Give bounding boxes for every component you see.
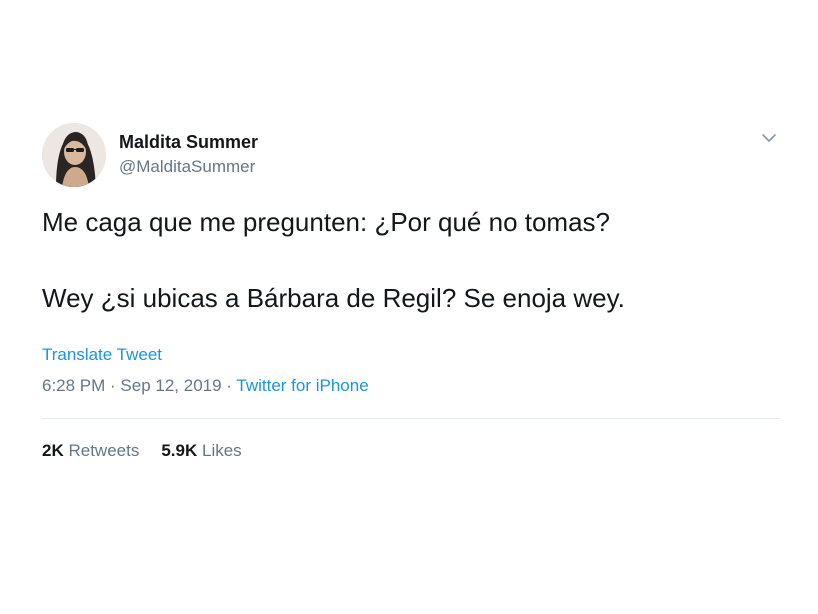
tweet-date[interactable]: Sep 12, 2019 <box>120 376 221 395</box>
likes-count: 5.9K <box>161 441 198 460</box>
avatar[interactable] <box>42 123 106 187</box>
likes-stat[interactable]: 5.9K Likes <box>161 441 241 461</box>
separator: · <box>221 376 237 395</box>
tweet-stats: 2K Retweets 5.9K Likes <box>42 441 264 461</box>
user-handle[interactable]: @MalditaSummer <box>119 157 255 177</box>
tweet-meta: 6:28 PM · Sep 12, 2019 · Twitter for iPh… <box>42 376 369 396</box>
translate-tweet-link[interactable]: Translate Tweet <box>42 345 162 365</box>
retweets-label: Retweets <box>68 441 140 460</box>
tweet-text: Me caga que me pregunten: ¿Por qué no to… <box>42 205 782 315</box>
tweet-source-link[interactable]: Twitter for iPhone <box>236 376 368 395</box>
likes-label: Likes <box>202 441 242 460</box>
retweets-stat[interactable]: 2K Retweets <box>42 441 139 461</box>
tweet-time[interactable]: 6:28 PM <box>42 376 105 395</box>
tweet-paragraph: Wey ¿si ubicas a Bárbara de Regil? Se en… <box>42 283 625 313</box>
divider <box>42 418 780 419</box>
separator: · <box>105 376 121 395</box>
tweet-paragraph: Me caga que me pregunten: ¿Por qué no to… <box>42 207 611 237</box>
retweets-count: 2K <box>42 441 64 460</box>
display-name[interactable]: Maldita Summer <box>119 132 258 153</box>
tweet-card: Maldita Summer @MalditaSummer Me caga qu… <box>0 0 818 614</box>
chevron-down-icon[interactable] <box>758 130 780 146</box>
